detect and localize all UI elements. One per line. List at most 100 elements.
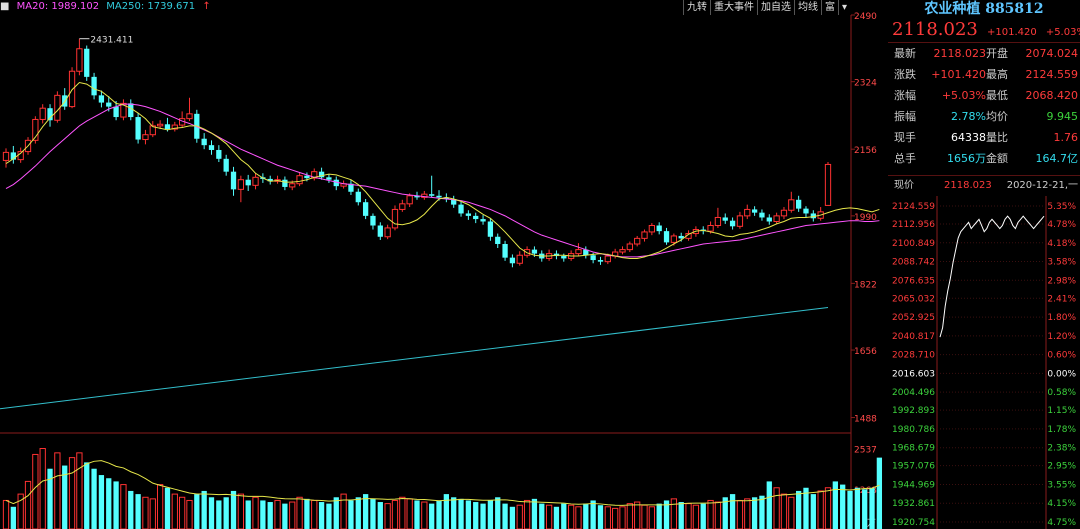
quote-label: 最新 (894, 47, 916, 60)
candle-body-down (722, 217, 728, 221)
volume-bar-down (854, 487, 860, 529)
candle-body-up (707, 225, 714, 232)
minute-pct-tick: 2.41% (1047, 294, 1076, 304)
volume-bar-up (567, 504, 575, 529)
volume-bar-down (876, 457, 883, 529)
volume-bar-down (539, 503, 545, 529)
candle-body-down (84, 48, 90, 77)
candle-body-down (590, 255, 596, 261)
candle-body-down (487, 221, 494, 237)
intraday-chart[interactable]: 2124.559 5.35% 2112.956 4.78% 2100.849 4.18% 2… (888, 196, 1080, 529)
candle-body-down (216, 149, 222, 159)
candle-body-down (362, 202, 369, 216)
quote-table: 最新 2118.023 开盘 2074.024 涨跌 +101.420 最高 2124.559… (888, 42, 1080, 169)
volume-bar-down (810, 494, 816, 529)
volume-bar-down (414, 500, 420, 529)
volume-bar-down (194, 494, 200, 529)
candle-body-up (391, 208, 399, 229)
volume-bar-up (824, 487, 832, 529)
volume-bar-up (670, 498, 678, 529)
candle-body-down (208, 145, 215, 150)
quote-label: 振幅 (894, 110, 916, 123)
candle-body-down (223, 158, 229, 172)
instrument-title: 农业种植 885812 (924, 1, 1044, 17)
volume-bar-down (304, 498, 310, 529)
minute-pct-tick: 0.60% (1047, 351, 1076, 361)
volume-bar-down (531, 498, 538, 529)
volume-bar-down (590, 500, 596, 529)
candle-body-down (656, 225, 662, 232)
minute-chart-header: 现价 2118.023 2020-12-21,一 (888, 175, 1080, 196)
volume-bar-down (869, 487, 875, 529)
intraday-price-line (939, 215, 1045, 338)
volume-bar-up (619, 506, 626, 529)
candle-body-down (509, 257, 516, 264)
quote-value: 64338 (951, 131, 986, 144)
volume-bar-up (39, 448, 46, 529)
volume-bar-down (245, 500, 251, 529)
volume-bar-down (796, 490, 802, 529)
candle-body-down (796, 199, 802, 209)
quote-row: 振幅 2.78% 均价 9.945 (888, 106, 1080, 127)
volume-bar-down (840, 484, 846, 529)
volume-bar-down (282, 503, 288, 529)
candle-body-up (736, 215, 744, 227)
candle-body-down (729, 220, 736, 227)
quote-value: 2.78% (951, 110, 986, 123)
volume-bar-up (736, 499, 744, 529)
candle-body-up (399, 203, 406, 210)
volume-bar-down (832, 481, 838, 529)
minute-pct-tick: 1.78% (1047, 425, 1076, 435)
quote-value: 2124.559 (1025, 68, 1079, 81)
minute-pct-tick: 1.15% (1047, 406, 1076, 416)
minute-pct-tick: 1.80% (1047, 313, 1076, 323)
minute-price-tick: 1980.786 (892, 425, 935, 435)
volume-bar-down (759, 495, 765, 529)
price-tick-label: 1488 (854, 415, 877, 425)
high-annotation-label: 2431.411 (90, 36, 133, 46)
volume-bar-up (171, 493, 178, 529)
candle-body-up (788, 199, 795, 211)
volume-bar-up (32, 453, 39, 529)
volume-bar-up (406, 498, 413, 529)
candle-body-up (604, 255, 611, 263)
volume-bar-up (648, 506, 655, 529)
volume-bar-up (780, 493, 788, 529)
candle-body-down (355, 191, 361, 203)
candle-body-down (429, 194, 435, 196)
volume-bar-down (208, 497, 215, 529)
quote-label: 均价 (986, 110, 1008, 123)
minute-pct-tick: 2.95% (1047, 462, 1076, 472)
candle-body-up (714, 216, 722, 227)
volume-bar-down (260, 500, 266, 529)
minute-price-tick: 2076.635 (892, 276, 935, 286)
price-line: 2118.023 +101.420 +5.03% (892, 19, 1080, 41)
volume-bar-down (135, 494, 141, 529)
volume-bar-down (700, 503, 706, 529)
volume-bar-up (523, 499, 531, 529)
volume-bar-down (443, 494, 449, 529)
volume-bar-up (626, 503, 633, 529)
volume-bar-up (68, 457, 76, 529)
volume-bar-up (76, 452, 83, 529)
price-change-pct: +5.03% (1045, 27, 1080, 38)
volume-bar-down (458, 498, 464, 529)
minute-price-tick: 2088.742 (892, 258, 935, 268)
volume-bar-down (370, 498, 376, 529)
candle-body-down (465, 213, 472, 216)
minute-pct-tick: 3.55% (1047, 480, 1076, 490)
volume-bar-up (296, 496, 303, 529)
quote-panel: 农业种植 885812 2118.023 +101.420 +5.03% 最新 2… (888, 0, 1080, 529)
minute-price-tick: 2112.956 (892, 220, 935, 230)
quote-row: 现手 64338 量比 1.76 (888, 127, 1080, 148)
candlestick-chart[interactable]: 249023242156199018221656148825371268万243… (0, 0, 888, 529)
quote-label: 涨跌 (894, 68, 916, 81)
quote-value: 9.945 (1046, 110, 1079, 123)
candle-body-up (289, 183, 296, 188)
candle-body-down (304, 175, 310, 179)
candle-body-down (326, 177, 332, 180)
candle-body-down (751, 209, 758, 213)
quote-label: 金额 (986, 152, 1008, 165)
quote-value: 2118.023 (933, 47, 987, 60)
volume-bar-down (230, 490, 237, 529)
